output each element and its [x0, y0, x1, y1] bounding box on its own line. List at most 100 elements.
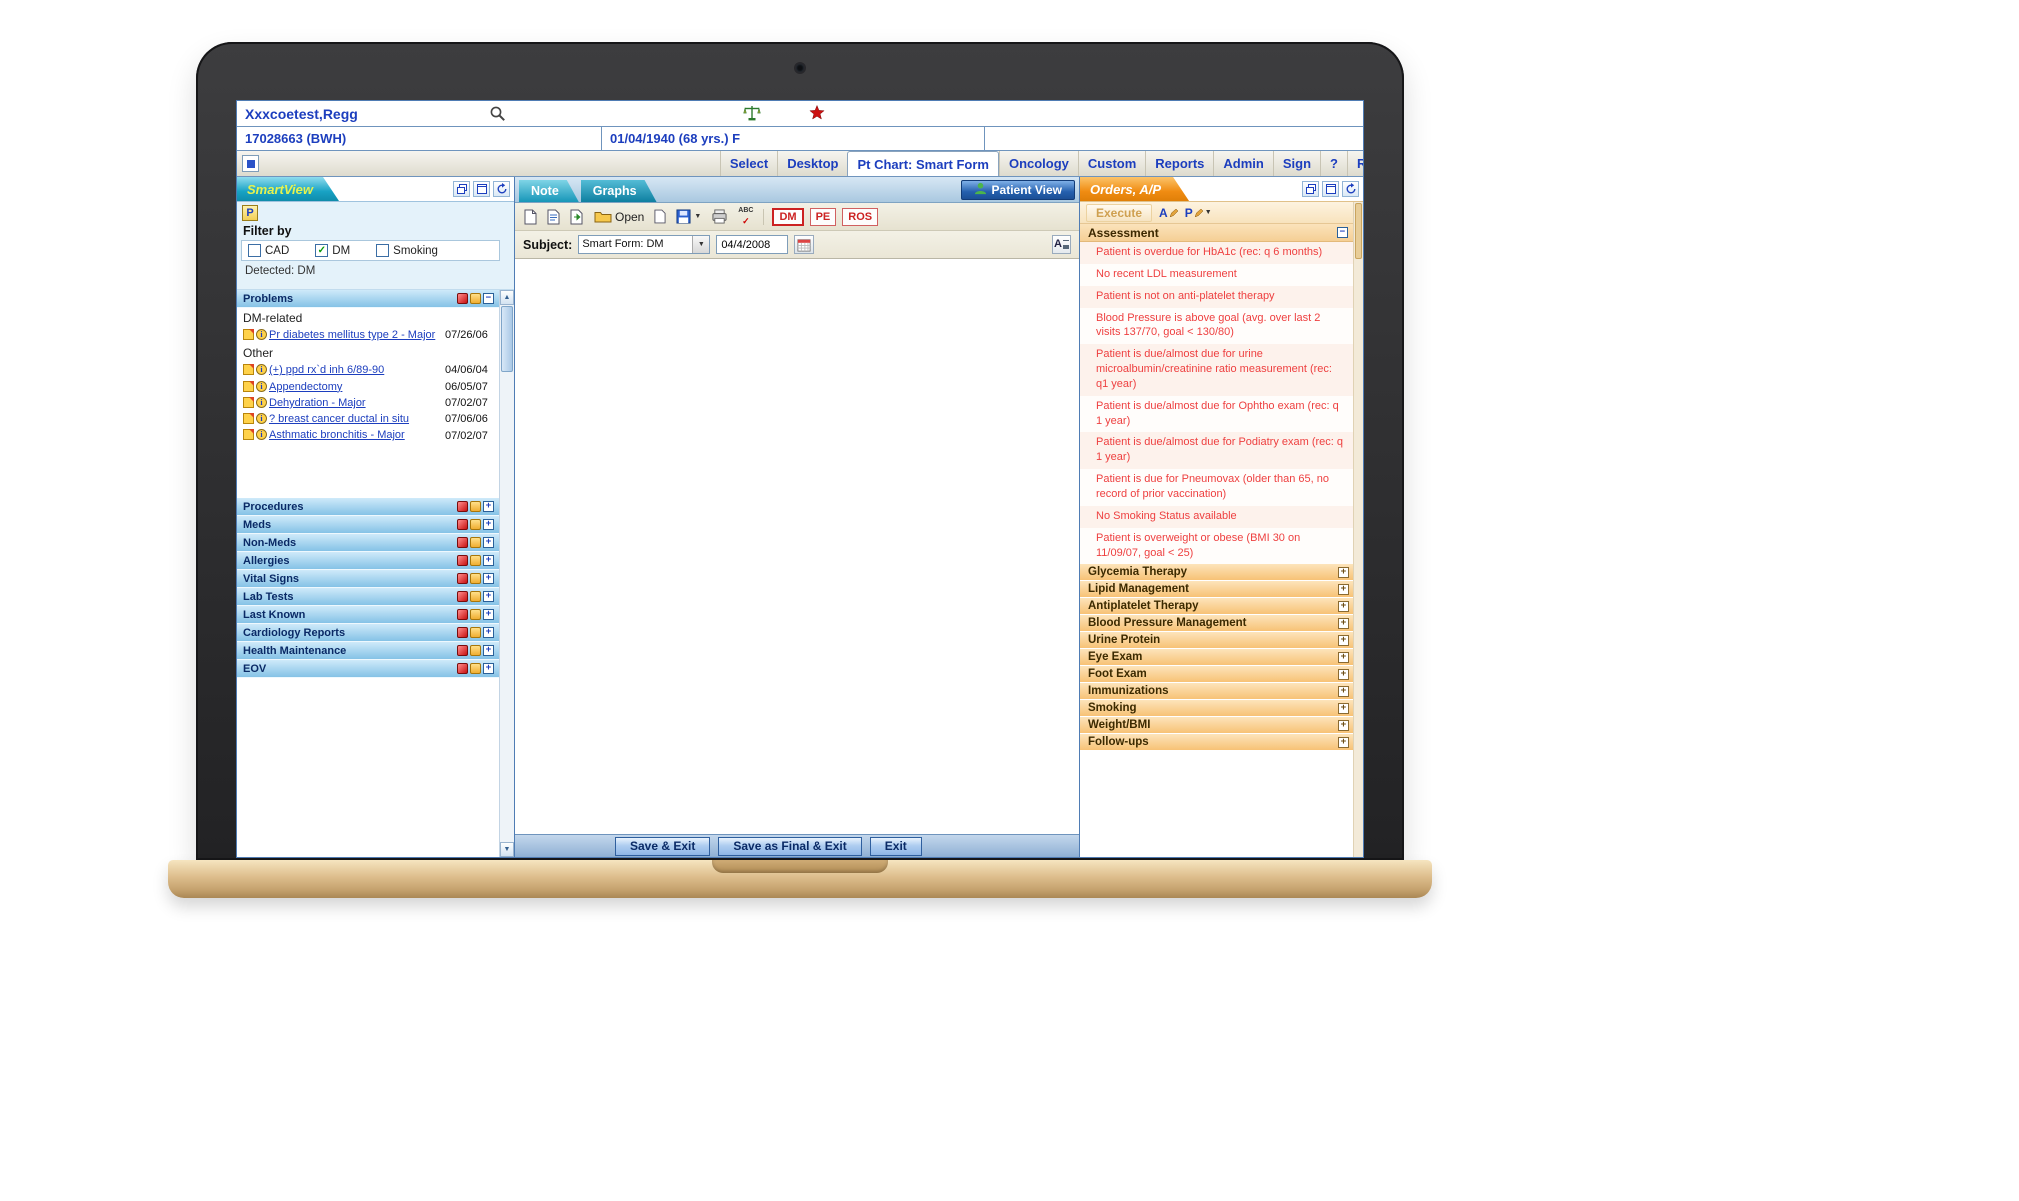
expand-icon[interactable]: +	[1338, 635, 1349, 646]
send-icon[interactable]	[457, 555, 468, 566]
menu-item-truncated[interactable]: R	[1347, 151, 1363, 176]
expand-icon[interactable]: +	[1338, 584, 1349, 595]
info-icon[interactable]: i	[256, 329, 267, 340]
pe-button[interactable]: PE	[810, 208, 837, 226]
section-allergies[interactable]: Allergies+	[237, 552, 499, 570]
smartform-icon[interactable]: P	[242, 205, 258, 221]
menu-item-help[interactable]: ?	[1320, 151, 1347, 176]
send-icon[interactable]	[457, 645, 468, 656]
menu-item-custom[interactable]: Custom	[1078, 151, 1145, 176]
maximize-icon[interactable]	[1322, 181, 1339, 197]
note-icon[interactable]	[243, 397, 254, 408]
dm-button[interactable]: DM	[772, 208, 803, 226]
section-health-maintenance[interactable]: Health Maintenance+	[237, 642, 499, 660]
section-cardiology-reports[interactable]: Cardiology Reports+	[237, 624, 499, 642]
expand-icon[interactable]: +	[1338, 618, 1349, 629]
scroll-track[interactable]	[500, 373, 514, 842]
menu-item-select[interactable]: Select	[720, 151, 777, 176]
assessment-item[interactable]: Patient is due/almost due for Podiatry e…	[1080, 432, 1353, 469]
expand-icon[interactable]: +	[1338, 686, 1349, 697]
calendar-button[interactable]	[794, 235, 814, 254]
send-icon[interactable]	[457, 609, 468, 620]
section-eov[interactable]: EOV+	[237, 660, 499, 678]
patient-view-button[interactable]: Patient View	[961, 180, 1075, 200]
ros-button[interactable]: ROS	[842, 208, 878, 226]
alert-star-icon[interactable]	[809, 105, 825, 121]
problem-link[interactable]: Dehydration - Major	[267, 396, 445, 410]
assessment-item[interactable]: Patient is overdue for HbA1c (rec: q 6 m…	[1080, 242, 1353, 264]
new-note-button[interactable]	[522, 207, 539, 227]
section-meds[interactable]: Meds+	[237, 516, 499, 534]
note-add-icon[interactable]	[470, 501, 481, 512]
send-icon[interactable]	[457, 537, 468, 548]
orders-section-glycemia-therapy[interactable]: Glycemia Therapy+	[1080, 564, 1353, 581]
note-icon[interactable]	[243, 364, 254, 375]
search-icon[interactable]	[489, 105, 506, 122]
menu-item-pt-chart-smart-form[interactable]: Pt Chart: Smart Form	[847, 151, 998, 176]
note-icon[interactable]	[243, 329, 254, 340]
orders-section-antiplatelet-therapy[interactable]: Antiplatelet Therapy+	[1080, 598, 1353, 615]
scroll-down-icon[interactable]: ▼	[500, 842, 514, 857]
send-icon[interactable]	[457, 501, 468, 512]
subject-caret-icon[interactable]: ▼	[692, 236, 709, 253]
menu-item-sign[interactable]: Sign	[1273, 151, 1320, 176]
send-icon[interactable]	[457, 573, 468, 584]
orders-section-blood-pressure-management[interactable]: Blood Pressure Management+	[1080, 615, 1353, 632]
orders-scroll-thumb[interactable]	[1355, 203, 1362, 259]
orders-section-eye-exam[interactable]: Eye Exam+	[1080, 649, 1353, 666]
collapse-icon[interactable]: −	[483, 293, 494, 304]
problem-link[interactable]: Pr diabetes mellitus type 2 - Major	[267, 328, 445, 342]
orders-section-immunizations[interactable]: Immunizations+	[1080, 683, 1353, 700]
expand-icon[interactable]: +	[483, 573, 494, 584]
exit-button[interactable]: Exit	[870, 837, 922, 856]
assessment-item[interactable]: No recent LDL measurement	[1080, 264, 1353, 286]
text-format-icon[interactable]: A	[1052, 235, 1071, 254]
orders-section-foot-exam[interactable]: Foot Exam+	[1080, 666, 1353, 683]
orders-section-lipid-management[interactable]: Lipid Management+	[1080, 581, 1353, 598]
send-icon[interactable]	[457, 627, 468, 638]
orders-section-smoking[interactable]: Smoking+	[1080, 700, 1353, 717]
expand-icon[interactable]: +	[483, 519, 494, 530]
problem-link[interactable]: (+) ppd rx`d inh 6/89-90	[267, 363, 445, 377]
execute-button[interactable]: Execute	[1086, 204, 1152, 222]
note-add-icon[interactable]	[470, 663, 481, 674]
scroll-up-icon[interactable]: ▲	[500, 290, 514, 305]
date-input[interactable]	[716, 235, 788, 254]
problem-link[interactable]: ? breast cancer ductal in situ	[267, 412, 445, 426]
section-lab-tests[interactable]: Lab Tests+	[237, 588, 499, 606]
checkbox-smoking[interactable]: Smoking	[376, 244, 438, 257]
info-icon[interactable]: i	[256, 429, 267, 440]
menu-item-oncology[interactable]: Oncology	[999, 151, 1078, 176]
problem-link[interactable]: Asthmatic bronchitis - Major	[267, 428, 445, 442]
scale-icon[interactable]	[743, 105, 761, 122]
expand-icon[interactable]: +	[1338, 669, 1349, 680]
orders-scrollbar[interactable]	[1353, 202, 1363, 857]
info-icon[interactable]: i	[256, 381, 267, 392]
note-add-icon[interactable]	[470, 645, 481, 656]
scroll-thumb[interactable]	[501, 306, 513, 372]
expand-icon[interactable]: +	[1338, 703, 1349, 714]
section-procedures[interactable]: Procedures+	[237, 498, 499, 516]
section-last-known[interactable]: Last Known+	[237, 606, 499, 624]
note-add-icon[interactable]	[470, 609, 481, 620]
expand-icon[interactable]: +	[483, 501, 494, 512]
note-add-icon[interactable]	[470, 537, 481, 548]
expand-icon[interactable]: +	[1338, 601, 1349, 612]
import-note-button[interactable]	[568, 207, 586, 227]
restore-icon[interactable]	[1302, 181, 1319, 197]
checkbox-dm[interactable]: ✓ DM	[315, 244, 350, 257]
orders-section-follow-ups[interactable]: Follow-ups+	[1080, 734, 1353, 751]
note-add-icon[interactable]	[470, 555, 481, 566]
assessment-item[interactable]: Patient is overweight or obese (BMI 30 o…	[1080, 528, 1353, 565]
note-icon[interactable]	[243, 413, 254, 424]
assessment-item[interactable]: Blood Pressure is above goal (avg. over …	[1080, 308, 1353, 345]
expand-icon[interactable]: +	[483, 663, 494, 674]
smartview-scrollbar[interactable]: ▲ ▼	[499, 290, 514, 857]
tab-note[interactable]: Note	[519, 180, 579, 202]
tab-graphs[interactable]: Graphs	[581, 180, 657, 202]
send-icon[interactable]	[457, 519, 468, 530]
assessment-collapse-icon[interactable]: −	[1337, 227, 1348, 238]
expand-icon[interactable]: +	[483, 645, 494, 656]
note-add-icon[interactable]	[470, 573, 481, 584]
refresh-icon[interactable]	[493, 181, 510, 197]
